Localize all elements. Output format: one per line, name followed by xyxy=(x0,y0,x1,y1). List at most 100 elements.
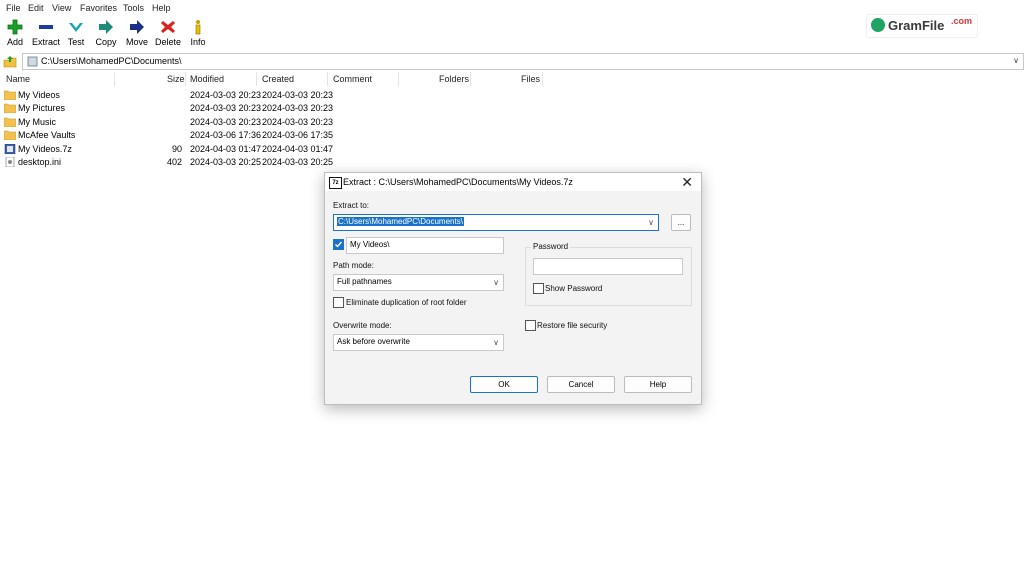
extract-icon xyxy=(39,25,53,29)
cancel-button[interactable]: Cancel xyxy=(547,376,615,393)
file-name: My Videos xyxy=(18,90,60,100)
7z-icon: 7z xyxy=(329,177,342,189)
col-divider xyxy=(542,72,543,86)
test-icon xyxy=(69,23,83,32)
path-mode-label: Path mode: xyxy=(333,261,374,270)
file-modified: 2024-03-03 20:23 xyxy=(190,90,262,100)
col-divider xyxy=(185,72,186,86)
show-password-checkbox[interactable] xyxy=(533,283,544,294)
menu-edit[interactable]: Edit xyxy=(28,3,44,13)
delete-label: Delete xyxy=(154,37,181,47)
settings-file-icon xyxy=(5,157,15,167)
restore-file-security-label: Restore file security xyxy=(537,321,608,330)
col-files[interactable]: Files xyxy=(521,74,540,84)
info-icon xyxy=(195,20,201,35)
info-label: Info xyxy=(190,37,206,47)
delete-button[interactable]: Delete xyxy=(154,18,182,50)
ok-button[interactable]: OK xyxy=(470,376,538,393)
file-created: 2024-03-03 20:23 xyxy=(262,117,334,127)
check-icon xyxy=(335,241,343,248)
dialog-title: Extract : C:\Users\MohamedPC\Documents\M… xyxy=(343,177,573,187)
folder-icon xyxy=(4,130,16,140)
file-name: My Videos.7z xyxy=(18,144,72,154)
subfolder-checkbox[interactable] xyxy=(333,239,344,250)
add-label: Add xyxy=(6,37,23,47)
chevron-down-icon[interactable]: ∨ xyxy=(648,218,654,227)
file-modified: 2024-04-03 01:47 xyxy=(190,144,262,154)
file-created: 2024-03-06 17:35 xyxy=(262,130,334,140)
archive-icon xyxy=(4,144,16,154)
file-row[interactable]: McAfee Vaults 2024-03-06 17:36 2024-03-0… xyxy=(0,129,400,142)
info-button[interactable]: Info xyxy=(184,18,212,50)
extract-to-combobox[interactable]: C:\Users\MohamedPC\Documents\ ∨ xyxy=(333,214,659,231)
col-divider xyxy=(398,72,399,86)
file-created: 2024-03-03 20:23 xyxy=(262,90,334,100)
add-button[interactable]: Add xyxy=(1,18,29,50)
folder-icon xyxy=(4,103,16,113)
extract-to-value: C:\Users\MohamedPC\Documents\ xyxy=(337,217,464,226)
col-divider xyxy=(470,72,471,86)
file-name: My Pictures xyxy=(18,103,66,113)
col-divider xyxy=(256,72,257,86)
file-row[interactable]: My Videos 2024-03-03 20:23 2024-03-03 20… xyxy=(0,89,400,102)
address-path: C:\Users\MohamedPC\Documents\ xyxy=(41,56,182,66)
col-created[interactable]: Created xyxy=(262,74,294,84)
show-password-label: Show Password xyxy=(545,284,603,293)
extract-dialog: 7z Extract : C:\Users\MohamedPC\Document… xyxy=(324,172,702,405)
menu-help[interactable]: Help xyxy=(152,3,171,13)
close-icon[interactable]: ✕ xyxy=(681,174,693,191)
file-modified: 2024-03-03 20:23 xyxy=(190,117,262,127)
menu-favorites[interactable]: Favorites xyxy=(80,3,117,13)
move-button[interactable]: Move xyxy=(123,18,151,50)
overwrite-mode-select[interactable]: Ask before overwrite ∨ xyxy=(333,334,504,351)
address-bar: C:\Users\MohamedPC\Documents\ ∨ xyxy=(0,53,1024,70)
chevron-down-icon[interactable]: ∨ xyxy=(493,338,499,347)
subfolder-input[interactable]: My Videos\ xyxy=(346,237,504,254)
column-headers: Name Size Modified Created Comment Folde… xyxy=(0,72,1024,86)
up-folder-icon[interactable] xyxy=(3,54,17,68)
file-row[interactable]: My Pictures 2024-03-03 20:23 2024-03-03 … xyxy=(0,102,400,115)
chevron-down-icon[interactable]: ∨ xyxy=(493,278,499,287)
help-button[interactable]: Help xyxy=(624,376,692,393)
col-size[interactable]: Size xyxy=(167,74,185,84)
menu-view[interactable]: View xyxy=(52,3,71,13)
browse-button[interactable]: ... xyxy=(671,214,691,231)
col-name[interactable]: Name xyxy=(6,74,30,84)
copy-label: Copy xyxy=(95,37,117,47)
extract-button[interactable]: Extract xyxy=(32,18,60,50)
path-mode-value: Full pathnames xyxy=(337,277,392,286)
eliminate-duplication-label: Eliminate duplication of root folder xyxy=(346,298,467,307)
col-folders[interactable]: Folders xyxy=(439,74,469,84)
logo-icon xyxy=(871,18,885,32)
col-modified[interactable]: Modified xyxy=(190,74,224,84)
address-input[interactable]: C:\Users\MohamedPC\Documents\ ∨ xyxy=(22,53,1024,70)
file-row[interactable]: My Music 2024-03-03 20:23 2024-03-03 20:… xyxy=(0,116,400,129)
extract-to-label: Extract to: xyxy=(333,201,370,210)
move-label: Move xyxy=(125,37,148,47)
test-button[interactable]: Test xyxy=(62,18,90,50)
file-size: 402 xyxy=(166,157,182,167)
file-created: 2024-03-03 20:23 xyxy=(262,103,334,113)
file-name: My Music xyxy=(18,117,56,127)
move-icon xyxy=(130,20,144,34)
file-name: McAfee Vaults xyxy=(18,130,76,140)
col-divider xyxy=(327,72,328,86)
file-size: 90 xyxy=(171,144,182,154)
extract-label: Extract xyxy=(32,37,61,47)
delete-icon xyxy=(161,21,175,33)
copy-button[interactable]: Copy xyxy=(92,18,120,50)
path-mode-select[interactable]: Full pathnames ∨ xyxy=(333,274,504,291)
file-created: 2024-04-03 01:47 xyxy=(262,144,334,154)
file-row[interactable]: My Videos.7z 90 2024-04-03 01:47 2024-04… xyxy=(0,143,400,156)
restore-file-security-checkbox[interactable] xyxy=(525,320,536,331)
dialog-title-bar: 7z Extract : C:\Users\MohamedPC\Document… xyxy=(325,173,701,191)
overwrite-mode-label: Overwrite mode: xyxy=(333,321,392,330)
chevron-down-icon[interactable]: ∨ xyxy=(1013,56,1019,65)
menu-file[interactable]: File xyxy=(6,3,21,13)
col-comment[interactable]: Comment xyxy=(333,74,372,84)
password-input[interactable] xyxy=(533,258,683,275)
file-row[interactable]: desktop.ini 402 2024-03-03 20:25 2024-03… xyxy=(0,156,400,169)
eliminate-duplication-checkbox[interactable] xyxy=(333,297,344,308)
menu-tools[interactable]: Tools xyxy=(123,3,144,13)
folder-icon xyxy=(4,117,16,127)
